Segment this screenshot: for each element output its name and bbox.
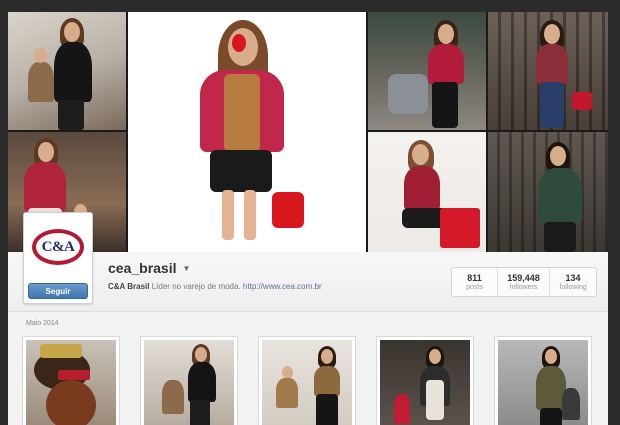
stat-value: 159,448: [507, 273, 540, 283]
instagram-profile-page: C&A Seguir cea_brasil ▼ C&A Brasil Líder…: [0, 0, 620, 425]
mosaic-photo-4[interactable]: [488, 12, 608, 130]
bio-name: C&A Brasil: [108, 282, 150, 291]
stat-value: 134: [565, 273, 581, 283]
caret-down-icon[interactable]: ▼: [183, 264, 191, 273]
logo-oval: C&A: [32, 229, 84, 265]
logo-text: C&A: [36, 233, 80, 261]
mosaic-photo-6[interactable]: [488, 132, 608, 252]
feed-post-3[interactable]: [258, 336, 356, 425]
bio-link[interactable]: http://www.cea.com.br: [243, 282, 322, 291]
bio-text: Líder no varejo de moda.: [151, 282, 241, 291]
mosaic-photo-1[interactable]: [8, 12, 126, 130]
brand-logo: C&A: [30, 219, 86, 275]
stat-label: following: [559, 284, 587, 291]
stat-label: posts: [466, 284, 483, 291]
avatar[interactable]: C&A Seguir: [23, 212, 93, 304]
feed-post-4[interactable]: [376, 336, 474, 425]
stat-following[interactable]: 134 following: [550, 268, 596, 296]
mosaic-photo-3[interactable]: [368, 12, 486, 130]
profile-stats: 811 posts 159,448 followers 134 followin…: [451, 267, 597, 297]
feed-post-1[interactable]: [22, 336, 120, 425]
photo-feed: Maio 2014: [8, 312, 608, 425]
feed-post-5[interactable]: [494, 336, 592, 425]
profile-bio: C&A Brasil Líder no varejo de moda. http…: [108, 282, 322, 291]
stat-value: 811: [467, 273, 482, 283]
profile-header: C&A Seguir cea_brasil ▼ C&A Brasil Líder…: [8, 212, 608, 312]
profile-username-row: cea_brasil ▼: [108, 260, 190, 276]
feed-post-2[interactable]: [140, 336, 238, 425]
profile-username: cea_brasil: [108, 260, 177, 276]
stat-label: followers: [509, 284, 538, 291]
stat-posts[interactable]: 811 posts: [452, 268, 498, 296]
follow-button[interactable]: Seguir: [28, 283, 88, 299]
header-photo-mosaic: [8, 12, 608, 252]
mosaic-photo-featured[interactable]: [128, 12, 366, 252]
stat-followers[interactable]: 159,448 followers: [498, 268, 550, 296]
feed-date-label: Maio 2014: [26, 320, 59, 327]
mosaic-photo-5[interactable]: [368, 132, 486, 252]
